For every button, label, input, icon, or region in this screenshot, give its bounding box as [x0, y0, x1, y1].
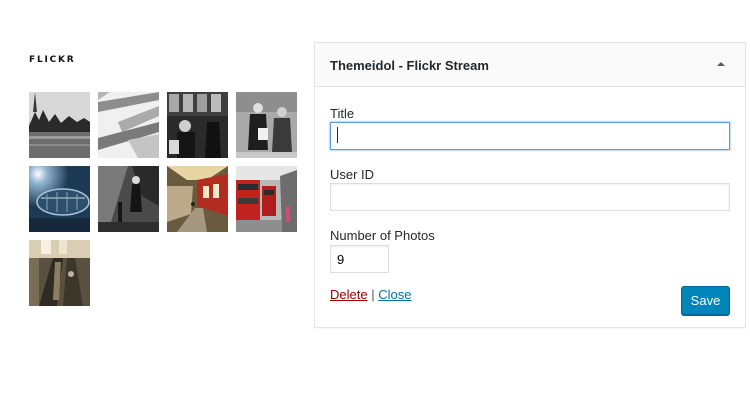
widget-title: Themeidol - Flickr Stream — [330, 58, 489, 73]
title-label: Title — [330, 106, 355, 121]
photo-escalator[interactable] — [29, 240, 90, 306]
number-of-photos-input[interactable] — [330, 245, 389, 273]
widget-header[interactable]: Themeidol - Flickr Stream — [315, 43, 745, 87]
photo-red-buses[interactable] — [236, 166, 297, 232]
flickr-widget-heading: FLICKR — [29, 55, 76, 65]
action-separator: | — [371, 287, 375, 302]
user-id-input[interactable] — [330, 183, 730, 211]
triangle-up-icon[interactable] — [713, 56, 729, 72]
save-button[interactable]: Save — [681, 286, 730, 315]
user-id-label: User ID — [330, 167, 375, 182]
title-input[interactable] — [330, 122, 730, 150]
number-of-photos-label: Number of Photos — [330, 228, 435, 243]
text-cursor — [337, 127, 338, 143]
widget-control-actions: Delete | Close — [330, 287, 411, 302]
photo-street-building[interactable] — [167, 92, 228, 158]
photo-lake-trees[interactable] — [29, 92, 90, 158]
close-link[interactable]: Close — [378, 287, 411, 302]
photo-figure-bw[interactable] — [98, 166, 159, 232]
photo-ferris-wheel-capsule[interactable] — [29, 166, 90, 232]
delete-link[interactable]: Delete — [330, 287, 368, 302]
photo-architecture[interactable] — [98, 92, 159, 158]
photo-subway-train[interactable] — [167, 166, 228, 232]
photo-elderly-couple[interactable] — [236, 92, 297, 158]
widget-panel: Themeidol - Flickr Stream Title User ID … — [314, 42, 746, 328]
